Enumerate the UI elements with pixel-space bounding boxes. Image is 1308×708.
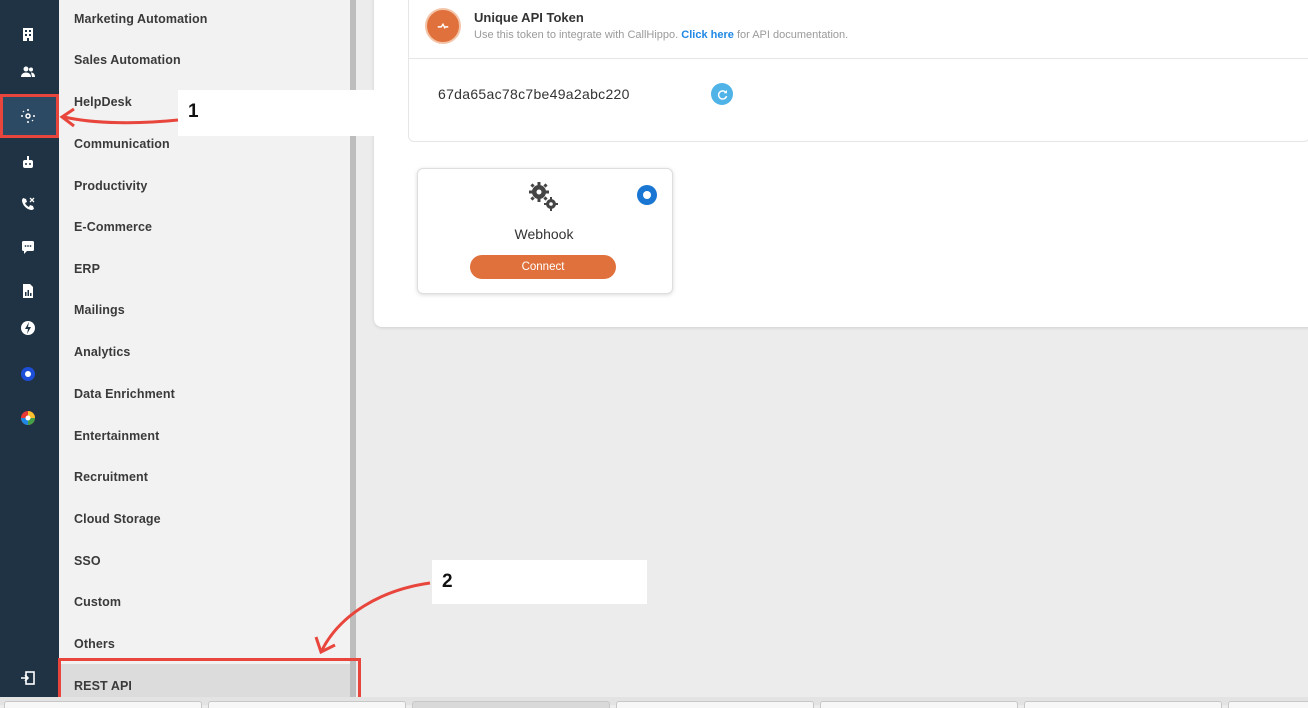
webhook-radio[interactable]: [637, 185, 657, 205]
api-token-desc-text: Use this token to integrate with CallHip…: [474, 29, 679, 41]
category-item[interactable]: Productivity: [74, 179, 147, 193]
category-item[interactable]: Data Enrichment: [74, 387, 175, 401]
api-token-description: Use this token to integrate with CallHip…: [474, 29, 848, 41]
category-item[interactable]: HelpDesk: [74, 95, 132, 109]
api-token-value: 67da65ac78c7be49a2abc220: [438, 86, 630, 102]
robot-icon[interactable]: [18, 152, 38, 172]
report-icon[interactable]: [18, 281, 38, 301]
category-item[interactable]: Mailings: [74, 303, 125, 317]
api-token-icon: [425, 8, 461, 44]
category-item[interactable]: Entertainment: [74, 429, 159, 443]
category-item[interactable]: Marketing Automation: [74, 12, 207, 26]
building-icon[interactable]: [18, 24, 38, 44]
callout-number-1: 1: [188, 101, 199, 122]
category-item[interactable]: Others: [74, 637, 115, 651]
refresh-token-button[interactable]: [711, 83, 733, 105]
api-token-title: Unique API Token: [474, 10, 584, 25]
refresh-icon: [717, 89, 727, 100]
callout-number-2: 2: [442, 571, 453, 592]
webhook-label: Webhook: [514, 226, 574, 242]
category-item[interactable]: ERP: [74, 262, 100, 276]
logout-icon[interactable]: [18, 668, 38, 688]
category-item[interactable]: Analytics: [74, 345, 130, 359]
phone-call-icon[interactable]: [18, 194, 38, 214]
category-item[interactable]: Communication: [74, 137, 170, 151]
category-item[interactable]: SSO: [74, 554, 101, 568]
token-divider: [409, 58, 1308, 59]
chat-icon[interactable]: [18, 237, 38, 257]
category-item[interactable]: Sales Automation: [74, 53, 181, 67]
category-item[interactable]: E-Commerce: [74, 220, 152, 234]
gears-icon: [529, 182, 558, 211]
callout-box-2: [432, 560, 647, 604]
annotation-highlight-1: [0, 94, 59, 138]
users-icon[interactable]: [18, 62, 38, 82]
callout-box-1: [178, 90, 408, 136]
webhook-connect-button[interactable]: Connect: [470, 255, 616, 279]
color-wheel-icon[interactable]: [18, 408, 38, 428]
circle-app-icon[interactable]: [18, 364, 38, 384]
category-item[interactable]: Recruitment: [74, 470, 148, 484]
category-item[interactable]: Cloud Storage: [74, 512, 161, 526]
bolt-icon[interactable]: [18, 318, 38, 338]
category-item[interactable]: Custom: [74, 595, 121, 609]
api-token-desc-suffix: for API documentation.: [736, 29, 849, 41]
api-docs-link[interactable]: Click here: [681, 29, 734, 41]
